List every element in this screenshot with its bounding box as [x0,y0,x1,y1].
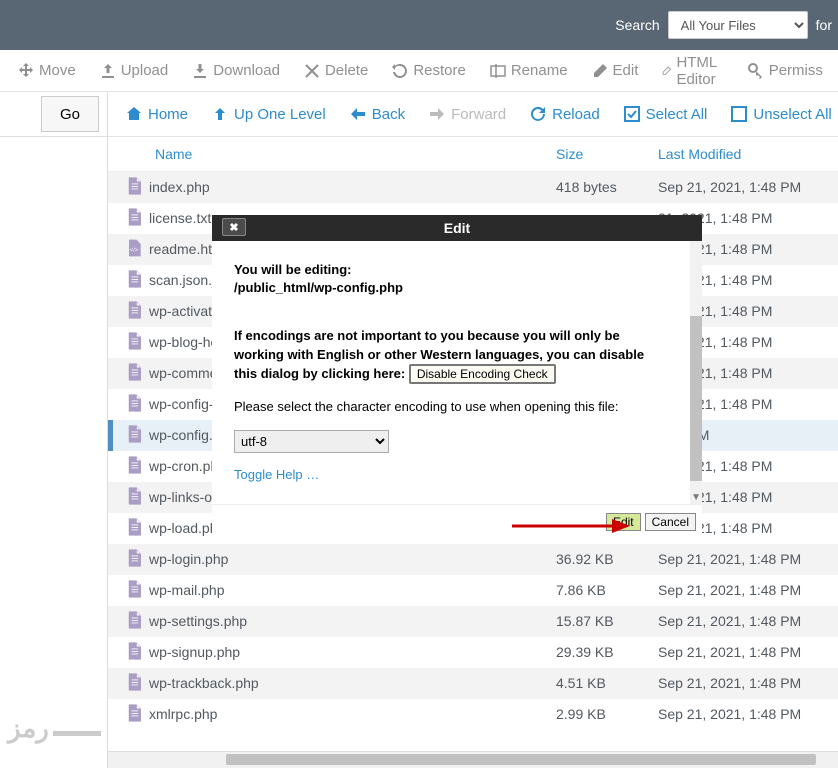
file-icon [124,670,144,694]
file-icon [124,174,144,198]
dialog-cancel-button[interactable]: Cancel [645,513,696,531]
file-modified: Sep 21, 2021, 1:48 PM [652,606,838,637]
file-size: 418 bytes [550,172,652,203]
table-row[interactable]: wp-settings.php15.87 KBSep 21, 2021, 1:4… [108,606,838,637]
select-all-button[interactable]: Select All [612,106,720,123]
disable-encoding-button[interactable]: Disable Encoding Check [409,364,556,384]
col-size[interactable]: Size [550,137,652,172]
search-scope-select[interactable]: All Your Files [668,11,808,39]
edit-dialog: ✖ Edit ▼ You will be editing: /public_ht… [212,215,702,543]
toggle-help-link[interactable]: Toggle Help … [234,467,319,482]
main-toolbar: Move Upload Download Delete Restore Rena… [0,50,838,92]
col-name[interactable]: Name [149,137,550,172]
file-size: 36.92 KB [550,544,652,575]
search-suffix: for [816,17,832,33]
table-row[interactable]: wp-mail.php7.86 KBSep 21, 2021, 1:48 PM [108,575,838,606]
upload-button[interactable]: Upload [88,62,181,79]
permissions-button[interactable]: Permiss [736,62,835,79]
encoding-select[interactable]: utf-8 [234,430,389,453]
back-button[interactable]: Back [338,106,417,123]
file-name: xmlrpc.php [149,699,550,730]
encoding-notice: If encodings are not important to you be… [234,327,668,383]
table-row[interactable]: xmlrpc.php2.99 KBSep 21, 2021, 1:48 PM [108,699,838,730]
path-input[interactable] [0,98,41,130]
restore-button[interactable]: Restore [380,62,478,79]
go-button[interactable]: Go [41,96,99,132]
move-button[interactable]: Move [6,62,88,79]
up-one-level-button[interactable]: Up One Level [200,106,338,123]
file-icon [124,360,144,384]
file-icon [124,639,144,663]
file-name: index.php [149,172,550,203]
file-icon [124,205,144,229]
file-icon [124,608,144,632]
rename-button[interactable]: Rename [478,62,580,79]
file-icon [124,236,144,260]
file-modified: Sep 21, 2021, 1:48 PM [652,575,838,606]
reload-button[interactable]: Reload [518,106,612,123]
search-bar: Search All Your Files for [0,0,838,50]
file-icon [124,484,144,508]
dialog-title: Edit [444,220,470,236]
file-name: wp-trackback.php [149,668,550,699]
download-button[interactable]: Download [180,62,292,79]
pointer-arrow-icon [512,517,632,535]
file-size: 7.86 KB [550,575,652,606]
file-icon [124,267,144,291]
file-icon [124,298,144,322]
sidebar: Go [0,92,108,768]
home-button[interactable]: Home [114,106,200,123]
horizontal-scrollbar[interactable] [108,751,838,768]
file-modified: Sep 21, 2021, 1:48 PM [652,637,838,668]
encoding-prompt: Please select the character encoding to … [234,398,668,416]
file-modified: Sep 21, 2021, 1:48 PM [652,699,838,730]
file-modified: Sep 21, 2021, 1:48 PM [652,668,838,699]
editing-label: You will be editing: /public_html/wp-con… [234,261,668,297]
dialog-titlebar: ✖ Edit [212,215,702,241]
table-row[interactable]: index.php418 bytesSep 21, 2021, 1:48 PM [108,172,838,203]
file-size: 2.99 KB [550,699,652,730]
file-icon [124,422,144,446]
sub-toolbar: Home Up One Level Back Forward Reload Se… [108,92,838,137]
file-name: wp-signup.php [149,637,550,668]
col-modified[interactable]: Last Modified [652,137,838,172]
unselect-all-button[interactable]: Unselect All [719,106,838,123]
file-modified: Sep 21, 2021, 1:48 PM [652,172,838,203]
file-icon [124,391,144,415]
file-icon [124,515,144,539]
close-icon[interactable]: ✖ [222,218,246,236]
file-icon [124,701,144,725]
forward-button[interactable]: Forward [417,106,518,123]
scroll-down-icon[interactable]: ▼ [691,492,701,503]
table-row[interactable]: wp-login.php36.92 KBSep 21, 2021, 1:48 P… [108,544,838,575]
edit-button[interactable]: Edit [580,62,651,79]
file-icon [124,546,144,570]
file-icon [124,329,144,353]
file-name: wp-mail.php [149,575,550,606]
dialog-scrollbar[interactable] [690,316,702,481]
file-icon [124,577,144,601]
file-name: wp-settings.php [149,606,550,637]
file-size: 29.39 KB [550,637,652,668]
file-modified: Sep 21, 2021, 1:48 PM [652,544,838,575]
delete-button[interactable]: Delete [292,62,380,79]
html-editor-button[interactable]: HTML Editor [650,54,735,88]
file-size: 4.51 KB [550,668,652,699]
table-row[interactable]: wp-trackback.php4.51 KBSep 21, 2021, 1:4… [108,668,838,699]
file-size: 15.87 KB [550,606,652,637]
watermark: رمز [8,713,105,744]
search-label: Search [615,17,659,33]
file-name: wp-login.php [149,544,550,575]
file-icon [124,453,144,477]
table-row[interactable]: wp-signup.php29.39 KBSep 21, 2021, 1:48 … [108,637,838,668]
